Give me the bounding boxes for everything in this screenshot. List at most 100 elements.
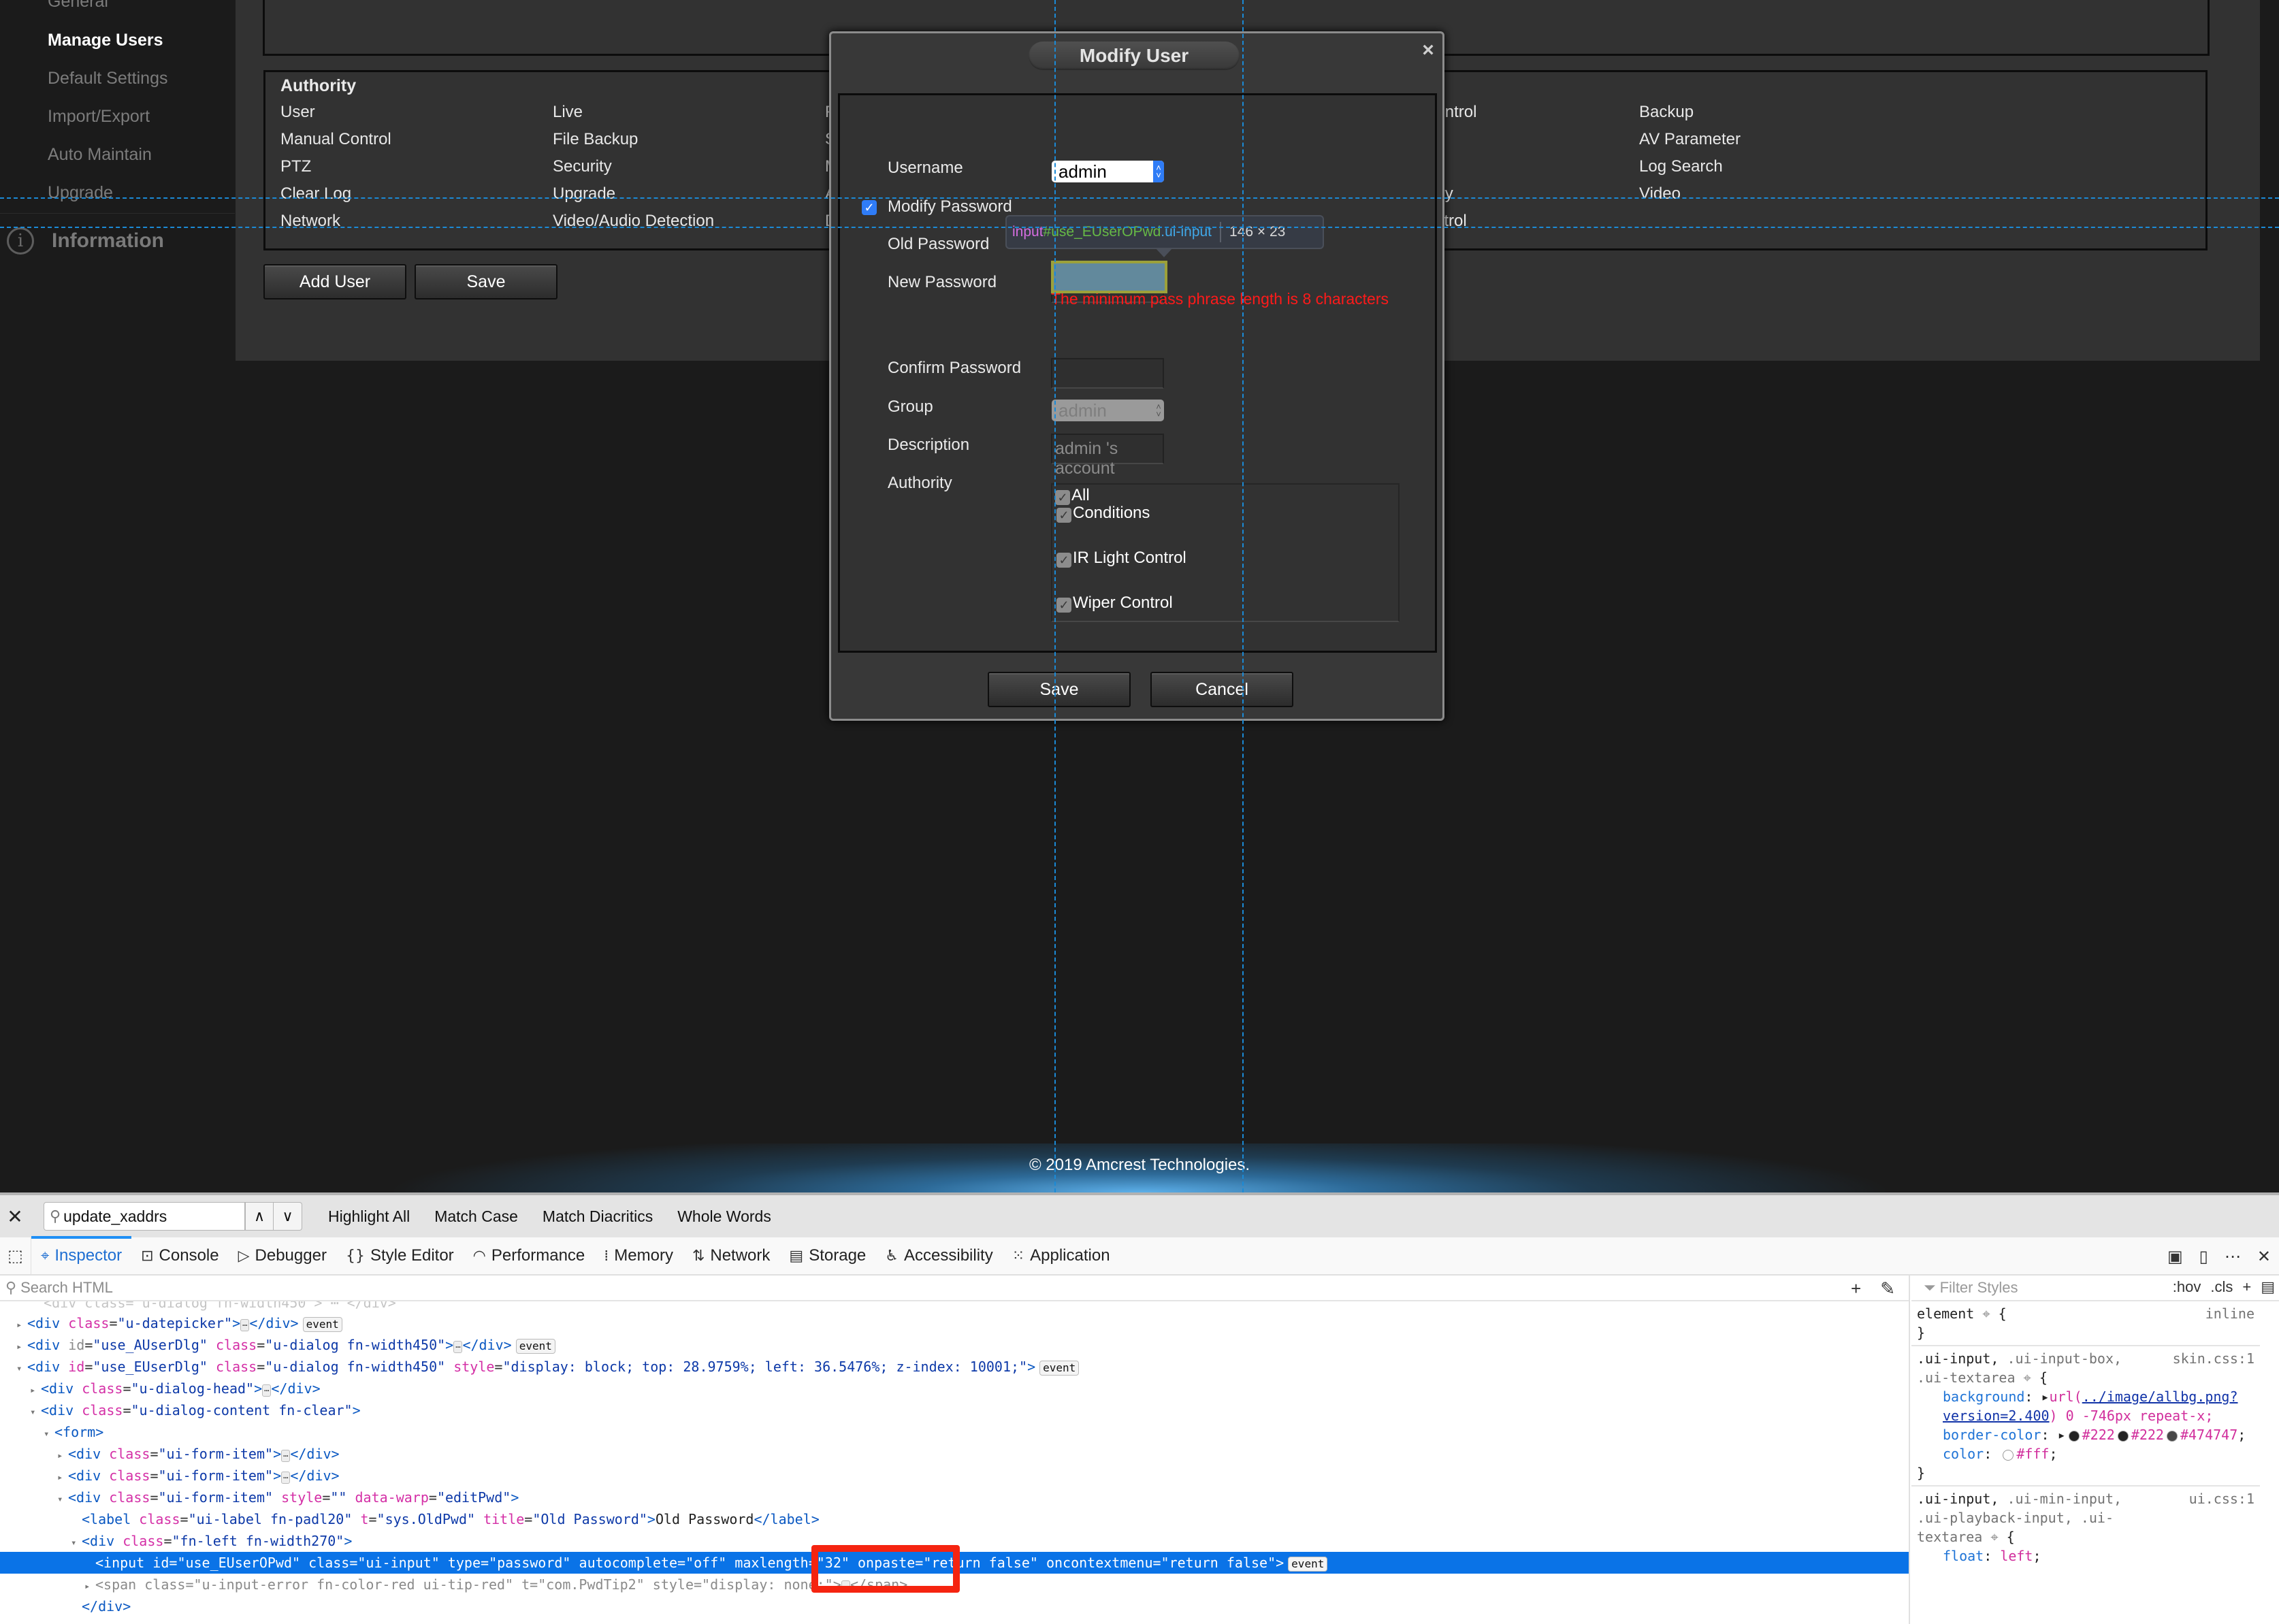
ir-light-control-checkbox[interactable]: ✓ bbox=[1056, 553, 1071, 568]
match-case-toggle[interactable]: Match Case bbox=[434, 1207, 518, 1226]
prop-float[interactable]: float: left; bbox=[1917, 1546, 2260, 1565]
tab-style-editor[interactable]: {} Style Editor bbox=[336, 1237, 464, 1275]
devtools-toolbar: ⬚ ⌖ Inspector ⊡ Console ▷ Debugger {} Style Edi… bbox=[0, 1236, 2279, 1276]
twisty-icon[interactable]: ▸ bbox=[16, 1336, 27, 1358]
sidebar-item-import-export[interactable]: Import/Export bbox=[48, 107, 150, 127]
authority-item: User bbox=[280, 103, 315, 121]
dialog-save-button[interactable]: Save bbox=[988, 672, 1131, 707]
sidebar-item-general[interactable]: General bbox=[48, 0, 108, 12]
twisty-icon[interactable]: ▾ bbox=[30, 1401, 41, 1423]
username-select[interactable]: admin ˄ ˅ bbox=[1052, 161, 1164, 182]
tab-storage[interactable]: ▤ Storage bbox=[779, 1237, 875, 1275]
tab-accessibility[interactable]: ♿ Accessibility bbox=[875, 1237, 1002, 1275]
twisty-icon[interactable]: ▸ bbox=[57, 1445, 68, 1467]
tab-label: Accessibility bbox=[904, 1246, 993, 1265]
authority-item: Clear Log bbox=[280, 184, 352, 203]
html-node[interactable]: ▾ <div class="ui-form-item" style="" data… bbox=[0, 1487, 1909, 1508]
split-console-icon[interactable]: ▣ bbox=[2167, 1247, 2183, 1266]
add-rule-icon[interactable]: + bbox=[2242, 1278, 2251, 1296]
sidebar-item-auto-maintain[interactable]: Auto Maintain bbox=[48, 145, 152, 165]
tab-inspector[interactable]: ⌖ Inspector bbox=[31, 1236, 132, 1275]
html-node[interactable]: ▾ <form> bbox=[0, 1421, 1909, 1443]
html-node[interactable]: </div> bbox=[0, 1595, 1909, 1617]
html-node[interactable]: ▸ <div class="ui-form-item"> ⋯ </div> bbox=[0, 1443, 1909, 1465]
html-node[interactable]: ▸ <div class="ui-form-item"> ⋯ </div> bbox=[0, 1465, 1909, 1487]
hov-toggle[interactable]: :hov bbox=[2173, 1278, 2201, 1296]
twisty-icon[interactable]: ▾ bbox=[71, 1532, 82, 1554]
authority-item: Live bbox=[553, 103, 583, 121]
inspector-tooltip: input #use_EUserOPwd .ui-input 146 × 23 bbox=[1005, 215, 1324, 257]
prop-border-color[interactable]: border-color: ▸ #222 #222 #474747; bbox=[1917, 1425, 2260, 1444]
network-icon: ⇅ bbox=[692, 1247, 705, 1265]
match-diacritics-toggle[interactable]: Match Diacritics bbox=[543, 1207, 653, 1226]
prop-color[interactable]: color: #fff; bbox=[1917, 1444, 2260, 1463]
twisty-icon[interactable]: ▾ bbox=[44, 1423, 54, 1445]
info-icon: i bbox=[7, 227, 34, 255]
sidebar-item-default-settings[interactable]: Default Settings bbox=[48, 69, 168, 88]
find-previous-button[interactable]: ∧ bbox=[245, 1202, 274, 1231]
rule-selector-line2: .ui-playback-input, .ui- bbox=[1917, 1510, 2114, 1526]
cls-toggle[interactable]: .cls bbox=[2210, 1278, 2233, 1296]
twisty-icon[interactable]: ▸ bbox=[57, 1467, 68, 1489]
highlight-all-toggle[interactable]: Highlight All bbox=[328, 1207, 410, 1226]
twisty-icon[interactable]: ▸ bbox=[84, 1576, 95, 1597]
html-node[interactable]: ▸ <div id="use_AUserDlg" class="u-dialog … bbox=[0, 1334, 1909, 1356]
rule-source[interactable]: ui.css:1 bbox=[2189, 1489, 2254, 1508]
tab-label: Application bbox=[1030, 1246, 1110, 1265]
whole-words-toggle[interactable]: Whole Words bbox=[677, 1207, 771, 1226]
html-node[interactable]: ▾ <div class="u-dialog-content fn-clear"> bbox=[0, 1399, 1909, 1421]
application-icon: ⁙ bbox=[1012, 1247, 1025, 1265]
authority-item: Video bbox=[1639, 184, 1681, 203]
dialog-cancel-button[interactable]: Cancel bbox=[1150, 672, 1293, 707]
close-find-icon[interactable]: ✕ bbox=[1, 1205, 29, 1228]
wiper-control-checkbox[interactable]: ✓ bbox=[1056, 598, 1071, 613]
responsive-design-icon[interactable]: ▯ bbox=[2199, 1247, 2208, 1266]
twisty-icon[interactable]: ▾ bbox=[16, 1358, 27, 1380]
add-node-icon[interactable]: + bbox=[1851, 1278, 1861, 1299]
tab-console[interactable]: ⊡ Console bbox=[131, 1237, 229, 1275]
rule-source[interactable]: inline bbox=[2205, 1304, 2254, 1323]
sidebar-item-upgrade[interactable]: Upgrade bbox=[48, 183, 113, 203]
print-media-icon[interactable]: ▤ bbox=[2261, 1278, 2275, 1296]
twisty-icon[interactable]: ▸ bbox=[30, 1380, 41, 1401]
username-label: Username bbox=[888, 159, 963, 177]
rule-source[interactable]: skin.css:1 bbox=[2173, 1349, 2254, 1368]
html-node[interactable]: <div class="u-dialog fn-width450"> ⋯ </d… bbox=[0, 1301, 1909, 1312]
find-next-button[interactable]: ∨ bbox=[274, 1202, 302, 1231]
tab-network[interactable]: ⇅ Network bbox=[683, 1237, 779, 1275]
html-node[interactable]: ▾ <div id="use_EUserDlg" class="u-dialog … bbox=[0, 1356, 1909, 1378]
group-select[interactable]: admin ˄ ˅ bbox=[1052, 400, 1164, 421]
tab-performance[interactable]: ◠ Performance bbox=[464, 1237, 595, 1275]
confirm-password-input[interactable] bbox=[1051, 358, 1164, 389]
more-options-icon[interactable]: ⋯ bbox=[2225, 1247, 2241, 1266]
html-node[interactable]: ▸ <div class="u-dialog-head"> ⋯ </div> bbox=[0, 1378, 1909, 1399]
group-label: Group bbox=[888, 397, 933, 416]
search-html-input[interactable]: ⚲ Search HTML + ✎ bbox=[0, 1276, 1909, 1301]
html-node[interactable]: <label class="ui-label fn-padl20" t="sys… bbox=[0, 1508, 1909, 1530]
sidebar-section-information[interactable]: i Information bbox=[7, 227, 164, 255]
prop-background[interactable]: background: ▸url(../image/allbg.png?vers… bbox=[1917, 1387, 2260, 1425]
rule-selector: .ui-input, bbox=[1917, 1350, 1999, 1367]
eyedropper-icon[interactable]: ✎ bbox=[1880, 1278, 1895, 1299]
find-input[interactable]: ⚲ update_xaddrs bbox=[44, 1202, 245, 1231]
modify-password-checkbox[interactable]: ✓ bbox=[862, 200, 877, 215]
authority-item: AV Parameter bbox=[1639, 130, 1741, 148]
twisty-icon[interactable]: ▾ bbox=[57, 1489, 68, 1510]
confirm-password-label: Confirm Password bbox=[888, 359, 1022, 377]
target-icon: ⌖ bbox=[1982, 1305, 1990, 1322]
add-user-button[interactable]: Add User bbox=[263, 264, 406, 299]
sidebar-item-manage-users[interactable]: Manage Users bbox=[48, 31, 163, 50]
element-picker-icon[interactable]: ⬚ bbox=[0, 1237, 31, 1275]
close-icon[interactable]: × bbox=[1418, 40, 1438, 61]
save-button[interactable]: Save bbox=[415, 264, 557, 299]
html-node[interactable]: ▸ <div class="u-datepicker"> ⋯ </div> event bbox=[0, 1312, 1909, 1334]
description-input[interactable]: admin 's account bbox=[1051, 434, 1164, 478]
conditions-checkbox[interactable]: ✓ bbox=[1056, 508, 1071, 523]
filter-styles-input[interactable]: ⏷ Filter Styles :hov .cls + ▤ bbox=[1911, 1276, 2279, 1301]
old-password-input[interactable] bbox=[1051, 261, 1167, 293]
tab-debugger[interactable]: ▷ Debugger bbox=[229, 1237, 336, 1275]
close-devtools-icon[interactable]: ✕ bbox=[2257, 1247, 2271, 1266]
twisty-icon[interactable]: ▸ bbox=[16, 1314, 27, 1336]
tab-memory[interactable]: ⁞ Memory bbox=[594, 1237, 683, 1275]
tab-application[interactable]: ⁙ Application bbox=[1003, 1237, 1120, 1275]
